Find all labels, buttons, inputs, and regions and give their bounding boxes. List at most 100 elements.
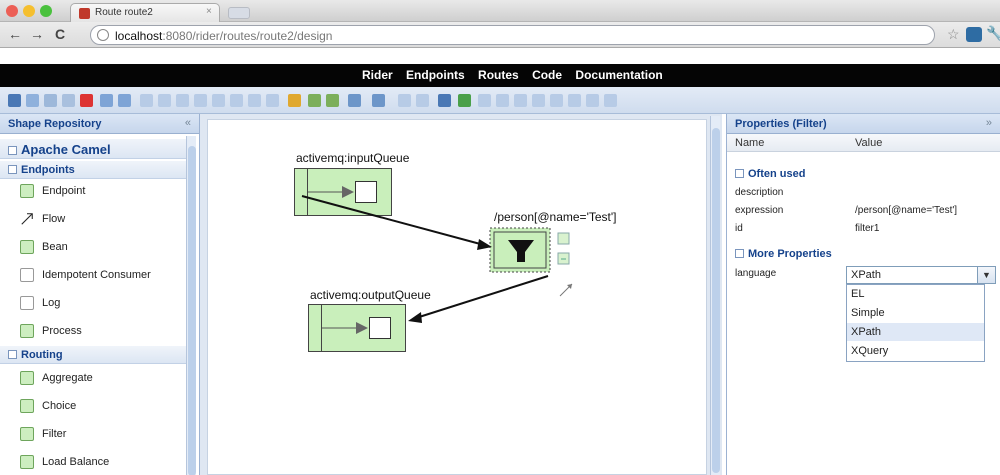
option-xpath[interactable]: XPath <box>847 323 984 341</box>
import-icon[interactable] <box>348 94 361 107</box>
property-row[interactable]: id filter1 <box>735 220 995 238</box>
menu-routes[interactable]: Routes <box>478 68 519 82</box>
layout-alt-icon[interactable] <box>326 94 339 107</box>
tab-close-icon[interactable]: × <box>206 6 212 17</box>
properties-columns: Name Value <box>727 134 1000 152</box>
add-icon[interactable] <box>458 94 471 107</box>
view-icon[interactable] <box>478 94 491 107</box>
new-tab-button[interactable] <box>228 7 250 19</box>
repo-item-idempotent-consumer[interactable]: Idempotent Consumer <box>0 262 186 288</box>
canvas-scrollbar[interactable] <box>710 116 720 475</box>
list-icon[interactable] <box>586 94 599 107</box>
group-label: Endpoints <box>21 164 75 176</box>
repo-item-load-balance[interactable]: Load Balance <box>0 449 186 475</box>
group-apache-camel[interactable]: Apache Camel <box>0 139 186 159</box>
repo-item-choice[interactable]: Choice <box>0 393 186 419</box>
layout-icon[interactable] <box>308 94 321 107</box>
align-center-icon[interactable] <box>158 94 171 107</box>
align-top-icon[interactable] <box>194 94 207 107</box>
zoom-out-icon[interactable] <box>416 94 429 107</box>
group-icon[interactable] <box>248 94 261 107</box>
option-el[interactable]: EL <box>847 285 984 303</box>
align-right-icon[interactable] <box>176 94 189 107</box>
filter-icon <box>20 427 34 441</box>
menu-rider[interactable]: Rider <box>362 68 393 82</box>
chevron-down-icon[interactable]: ▼ <box>977 267 995 283</box>
menu-code[interactable]: Code <box>532 68 562 82</box>
minimize-window-icon[interactable] <box>23 5 35 17</box>
browser-titlebar: Route route2 × <box>0 0 1000 23</box>
repo-item-endpoint[interactable]: Endpoint <box>0 178 186 204</box>
zoom-in-icon[interactable] <box>398 94 411 107</box>
undo-icon[interactable] <box>100 94 113 107</box>
connect-icon[interactable] <box>496 94 509 107</box>
delete-icon[interactable] <box>80 94 93 107</box>
repo-item-process[interactable]: Process <box>0 318 186 344</box>
browser-tab[interactable]: Route route2 × <box>70 3 220 23</box>
url-field[interactable]: localhost:8080/rider/routes/route2/desig… <box>90 25 935 45</box>
scrollbar-thumb[interactable] <box>712 128 720 473</box>
language-select[interactable]: XPath ▼ <box>846 266 996 284</box>
collapse-left-icon[interactable]: « <box>185 117 191 129</box>
cut-icon[interactable] <box>26 94 39 107</box>
route-icon[interactable] <box>514 94 527 107</box>
copy-icon[interactable] <box>44 94 57 107</box>
diagram-icon[interactable] <box>438 94 451 107</box>
tab-title: Route route2 <box>95 7 153 18</box>
group-routing[interactable]: Routing <box>0 346 186 364</box>
app-menubar: Rider Endpoints Routes Code Documentatio… <box>0 64 1000 87</box>
shape-icon[interactable] <box>532 94 545 107</box>
collapse-right-icon[interactable]: » <box>986 117 992 129</box>
repo-item-label: Process <box>42 325 82 337</box>
menu-endpoints[interactable]: Endpoints <box>406 68 465 82</box>
bean-icon <box>20 240 34 254</box>
reload-icon[interactable]: C <box>55 26 65 42</box>
repository-scrollbar[interactable] <box>186 136 196 475</box>
repo-item-flow[interactable]: Flow <box>0 206 186 232</box>
paste-icon[interactable] <box>62 94 75 107</box>
repo-item-log[interactable]: Log <box>0 290 186 316</box>
group-label: Routing <box>21 349 63 361</box>
option-xquery[interactable]: XQuery <box>847 342 984 360</box>
back-icon[interactable]: ← <box>8 26 22 42</box>
url-host: localhost <box>115 29 163 43</box>
language-select-value: XPath <box>851 269 881 281</box>
maximize-window-icon[interactable] <box>40 5 52 17</box>
repo-item-filter[interactable]: Filter <box>0 421 186 447</box>
group-endpoints[interactable]: Endpoints <box>0 161 186 179</box>
save-icon[interactable] <box>8 94 21 107</box>
close-window-icon[interactable] <box>6 5 18 17</box>
collapse-box-icon <box>8 165 17 174</box>
align-left-icon[interactable] <box>140 94 153 107</box>
menu-documentation[interactable]: Documentation <box>575 68 662 82</box>
align-bottom-icon[interactable] <box>230 94 243 107</box>
grid-icon[interactable] <box>604 94 617 107</box>
bookmark-star-icon[interactable]: ☆ <box>947 26 960 43</box>
collapse-box-icon <box>8 350 17 359</box>
property-row[interactable]: description <box>735 184 995 202</box>
edit-icon[interactable] <box>288 94 301 107</box>
section-more-properties[interactable]: More Properties <box>735 248 832 260</box>
repo-item-bean[interactable]: Bean <box>0 234 186 260</box>
extension-icon[interactable] <box>966 27 982 42</box>
forward-icon[interactable]: → <box>30 26 44 42</box>
align-middle-icon[interactable] <box>212 94 225 107</box>
distribute-icon[interactable] <box>568 94 581 107</box>
repo-item-aggregate[interactable]: Aggregate <box>0 365 186 391</box>
property-row[interactable]: expression /person[@name='Test'] <box>735 202 995 220</box>
option-simple[interactable]: Simple <box>847 304 984 322</box>
scrollbar-thumb[interactable] <box>188 146 196 475</box>
flow-arrow-icon <box>21 213 33 225</box>
section-often-used[interactable]: Often used <box>735 168 805 180</box>
property-value[interactable]: filter1 <box>855 223 879 234</box>
collapse-box-icon <box>8 146 17 155</box>
redo-icon[interactable] <box>118 94 131 107</box>
column-name[interactable]: Name <box>735 137 764 149</box>
property-value[interactable]: /person[@name='Test'] <box>855 205 957 216</box>
design-canvas[interactable]: activemq:inputQueue /person[@name='Test'… <box>207 119 707 475</box>
column-value[interactable]: Value <box>855 137 882 149</box>
arrange-icon[interactable] <box>550 94 563 107</box>
export-icon[interactable] <box>372 94 385 107</box>
ungroup-icon[interactable] <box>266 94 279 107</box>
wrench-icon[interactable]: 🔧 <box>986 25 1000 42</box>
